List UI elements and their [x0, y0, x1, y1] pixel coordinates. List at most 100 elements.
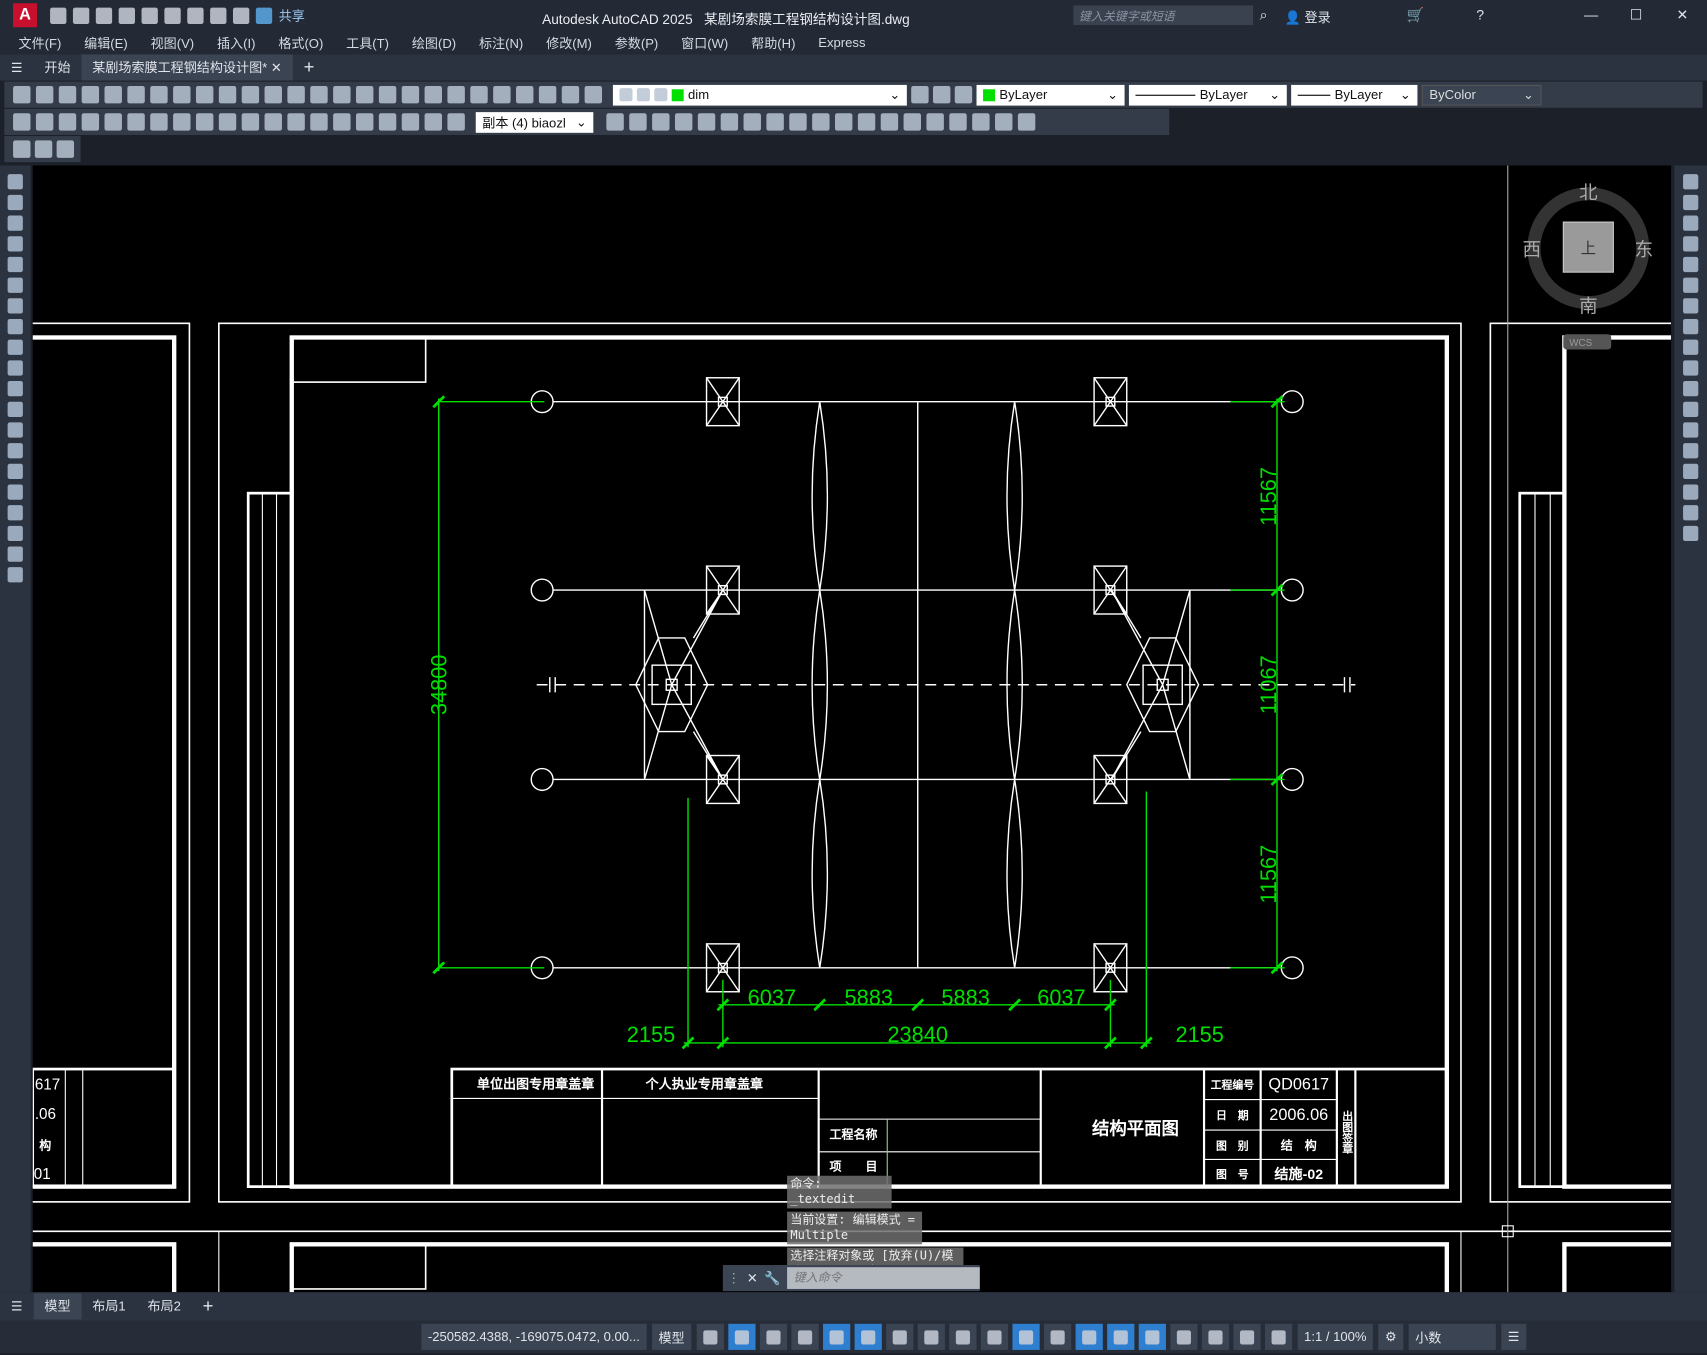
dim-update-icon[interactable]	[447, 113, 465, 131]
coordinates-readout[interactable]: -250582.4388, -169075.0472, 0.00...	[421, 1323, 647, 1350]
tab-model[interactable]: 模型	[33, 1293, 82, 1320]
annotation-monitor-toggle[interactable]	[1264, 1323, 1293, 1350]
selection-filter-toggle[interactable]	[1138, 1323, 1166, 1350]
cut-icon[interactable]	[173, 86, 191, 104]
copy-icon[interactable]	[1683, 194, 1699, 211]
search-icon[interactable]: ⌕	[1260, 7, 1268, 24]
arc-icon[interactable]	[7, 277, 23, 293]
plotstyle-dropdown[interactable]: ByColor ⌄	[1421, 84, 1542, 106]
hatch-icon[interactable]	[7, 463, 23, 480]
box-icon[interactable]	[606, 113, 624, 131]
help-icon[interactable]: ?	[1476, 7, 1484, 23]
model-space-button[interactable]: 模型	[651, 1323, 692, 1350]
open-icon[interactable]	[72, 7, 90, 24]
rotate-icon[interactable]	[1683, 298, 1699, 314]
properties-icon[interactable]	[424, 86, 442, 104]
login-button[interactable]: 👤 登录	[1285, 8, 1331, 27]
continue-icon[interactable]	[241, 113, 260, 131]
insert-block-icon[interactable]	[7, 401, 23, 417]
selection-cycling-toggle[interactable]	[1043, 1323, 1072, 1350]
qnew-icon[interactable]	[13, 86, 31, 104]
slice-icon[interactable]	[834, 113, 853, 131]
menu-item[interactable]: 插入(I)	[217, 33, 255, 52]
arc-length-icon[interactable]	[58, 113, 77, 131]
move-icon[interactable]	[1683, 277, 1699, 293]
separate-icon[interactable]	[926, 113, 944, 131]
layer-manager-icon[interactable]	[584, 86, 603, 104]
break-icon[interactable]	[1683, 422, 1699, 438]
share-button[interactable]: 共享	[279, 6, 305, 25]
autocad-logo[interactable]: A	[13, 3, 38, 28]
polar-toggle[interactable]	[854, 1323, 882, 1350]
menu-item[interactable]: 绘图(D)	[412, 33, 456, 52]
open-web-icon[interactable]	[141, 7, 158, 24]
grip-handle[interactable]: ⋮	[727, 1270, 740, 1285]
section-icon[interactable]	[857, 113, 876, 131]
array-icon[interactable]	[789, 113, 807, 131]
join-icon[interactable]	[1683, 443, 1699, 459]
layer-previous-icon[interactable]	[911, 86, 929, 104]
presspull-icon[interactable]	[720, 113, 739, 131]
plot-preview-icon[interactable]	[104, 86, 122, 104]
dim-break-icon[interactable]	[287, 113, 305, 131]
multiline-text-icon[interactable]	[7, 546, 23, 562]
point-icon[interactable]	[7, 443, 23, 459]
rectangle-icon[interactable]	[7, 256, 23, 273]
break-at-point-icon[interactable]	[1683, 401, 1699, 417]
solidedit-icon[interactable]	[903, 113, 921, 131]
redo-icon[interactable]	[232, 7, 250, 24]
linetype-dropdown[interactable]: ByLayer ⌄	[1128, 84, 1287, 106]
lineweight-dropdown[interactable]: ByLayer ⌄	[1291, 84, 1418, 106]
auto-scale-toggle[interactable]	[1233, 1323, 1261, 1350]
match-properties-icon[interactable]	[241, 86, 260, 104]
compass-south[interactable]: 南	[1579, 295, 1598, 316]
customize-icon[interactable]: ☰	[1501, 1323, 1527, 1350]
menu-item[interactable]: Express	[818, 35, 865, 50]
construction-line-icon[interactable]	[7, 194, 23, 211]
undo-icon[interactable]	[287, 86, 305, 104]
baseline-icon[interactable]	[218, 113, 237, 131]
mirror-icon[interactable]	[1683, 215, 1699, 231]
workspace-gear-icon[interactable]: ⚙	[1378, 1323, 1404, 1350]
menu-item[interactable]: 工具(T)	[346, 33, 389, 52]
chamfer-edge-icon[interactable]	[1017, 113, 1036, 131]
edit-icon[interactable]	[13, 140, 31, 158]
fillet-icon[interactable]	[1683, 484, 1699, 500]
cart-icon[interactable]: 🛒	[1407, 7, 1425, 24]
infer-toggle[interactable]	[759, 1323, 787, 1350]
angular-icon[interactable]	[173, 113, 191, 131]
app-menu-icon[interactable]: ☰	[0, 54, 33, 80]
line-icon[interactable]	[7, 174, 23, 190]
fillet-edge-icon[interactable]	[995, 113, 1013, 131]
layer-walk-icon[interactable]	[56, 140, 75, 158]
color-dropdown[interactable]: ByLayer ⌄	[976, 84, 1125, 106]
add-layout-button[interactable]: +	[192, 1293, 225, 1319]
save-as-icon[interactable]	[118, 7, 135, 24]
menu-item[interactable]: 格式(O)	[278, 33, 323, 52]
array-icon[interactable]	[1683, 256, 1699, 273]
explode-icon[interactable]	[1683, 525, 1699, 542]
polygon-icon[interactable]	[7, 236, 23, 252]
command-input[interactable]	[787, 1267, 980, 1289]
wrench-icon[interactable]: 🔧	[764, 1270, 780, 1285]
linear-dim-icon[interactable]	[13, 113, 31, 131]
viewcube[interactable]: 北 南 东 西 上 WCS	[1522, 182, 1654, 350]
make-block-icon[interactable]	[7, 422, 23, 438]
object-snap-toggle[interactable]	[949, 1323, 977, 1350]
snap-toggle[interactable]	[728, 1323, 756, 1350]
compass-east[interactable]: 东	[1635, 239, 1654, 260]
ellipse-icon[interactable]	[7, 360, 23, 376]
search-input[interactable]: 键入关键字或短语	[1073, 5, 1254, 26]
design-center-icon[interactable]	[447, 86, 465, 104]
layout-menu-icon[interactable]: ☰	[0, 1293, 33, 1319]
open-icon[interactable]	[35, 86, 54, 104]
isodraft-toggle[interactable]	[886, 1323, 914, 1350]
redo-icon[interactable]	[310, 86, 328, 104]
region-icon[interactable]	[7, 505, 23, 521]
units-dropdown[interactable]: 小数	[1408, 1323, 1496, 1350]
diameter-icon[interactable]	[150, 113, 168, 131]
zoom-previous-icon[interactable]	[401, 86, 420, 104]
object-snap-tracking-toggle[interactable]	[917, 1323, 945, 1350]
center-mark-icon[interactable]	[333, 113, 351, 131]
subtract-icon[interactable]	[652, 113, 670, 131]
